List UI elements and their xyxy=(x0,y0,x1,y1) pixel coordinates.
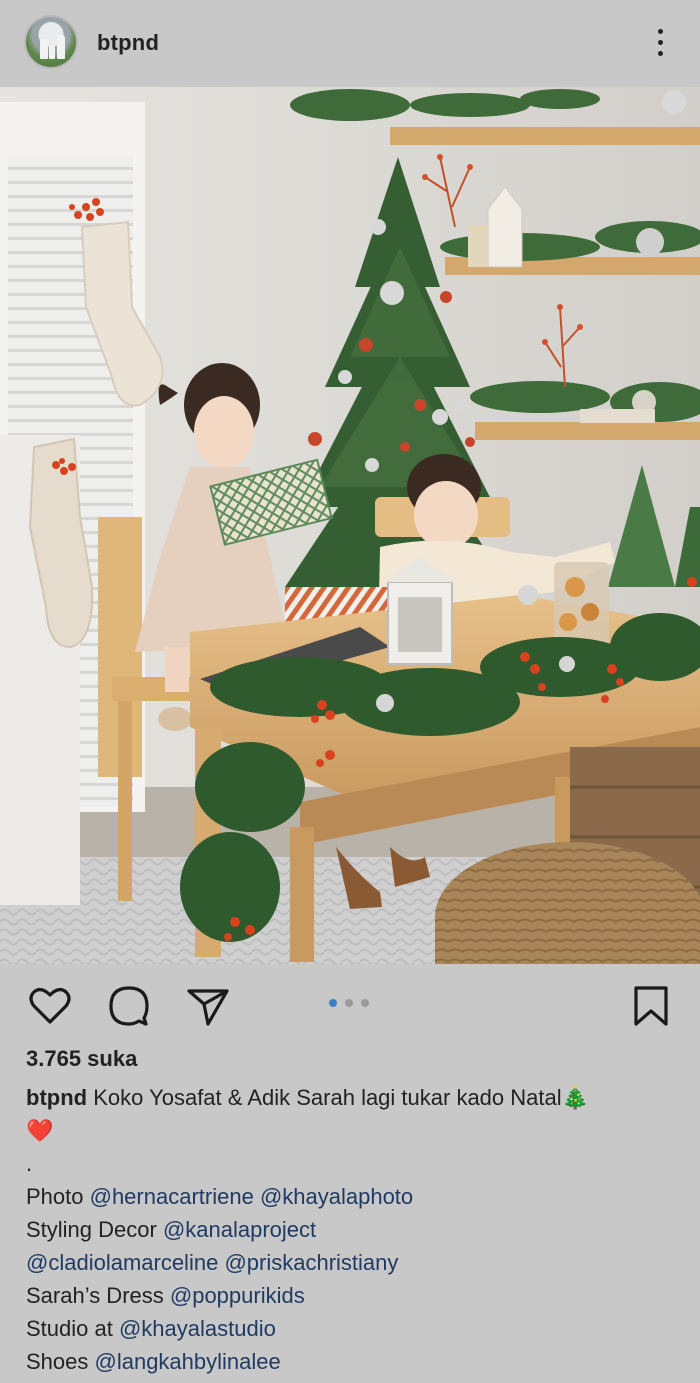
carousel-indicator xyxy=(327,999,375,1009)
credit-studio: Studio at @khayalastudio xyxy=(26,1312,686,1345)
caption-text: Koko Yosafat & Adik Sarah lagi tukar kad… xyxy=(87,1085,590,1110)
caption-username[interactable]: btpnd xyxy=(26,1085,87,1110)
profile-avatar[interactable] xyxy=(24,15,78,69)
credit-label: Sarah’s Dress xyxy=(26,1283,170,1308)
post-header: btpnd xyxy=(0,0,700,86)
likes-count[interactable]: 3.765 suka xyxy=(26,1046,137,1072)
post-photo[interactable] xyxy=(0,87,700,964)
caption-line: btpnd Koko Yosafat & Adik Sarah lagi tuk… xyxy=(26,1081,686,1114)
credit-label: Styling Decor xyxy=(26,1217,163,1242)
heart-icon[interactable] xyxy=(26,982,74,1030)
mention-link[interactable]: @khayalaphoto xyxy=(260,1184,413,1209)
caption-dot: . xyxy=(26,1151,33,1176)
avatar-figure xyxy=(40,39,48,59)
post-caption: btpnd Koko Yosafat & Adik Sarah lagi tuk… xyxy=(26,1081,686,1378)
more-vertical-icon[interactable] xyxy=(650,24,670,60)
mention-link[interactable]: @khayalastudio xyxy=(119,1316,276,1341)
carousel-dot-active xyxy=(329,999,337,1007)
bookmark-icon[interactable] xyxy=(627,982,675,1030)
caption-emoji: ❤️ xyxy=(26,1118,54,1143)
credit-dress: Sarah’s Dress @poppurikids xyxy=(26,1279,686,1312)
credit-styling: Styling Decor @kanalaproject xyxy=(26,1213,686,1246)
post-username[interactable]: btpnd xyxy=(97,30,159,56)
action-bar xyxy=(0,965,700,1045)
avatar-figure xyxy=(49,45,55,59)
credit-label: Photo xyxy=(26,1184,90,1209)
credit-shoes: Shoes @langkahbylinalee xyxy=(26,1345,686,1378)
mention-link[interactable]: @cladiolamarceline xyxy=(26,1250,218,1275)
credit-styling-more: @cladiolamarceline @priskachristiany xyxy=(26,1246,686,1279)
mention-link[interactable]: @hernacartriene xyxy=(90,1184,254,1209)
send-icon[interactable] xyxy=(184,982,232,1030)
christmas-scene-image xyxy=(0,87,700,964)
mention-link[interactable]: @kanalaproject xyxy=(163,1217,316,1242)
credit-label: Shoes xyxy=(26,1349,95,1374)
credit-label: Studio at xyxy=(26,1316,119,1341)
carousel-dot xyxy=(345,999,353,1007)
credit-photo: Photo @hernacartriene @khayalaphoto xyxy=(26,1180,686,1213)
avatar-figure xyxy=(57,35,65,59)
comment-icon[interactable] xyxy=(105,982,153,1030)
mention-link[interactable]: @langkahbylinalee xyxy=(95,1349,281,1374)
carousel-dot xyxy=(361,999,369,1007)
mention-link[interactable]: @poppurikids xyxy=(170,1283,305,1308)
mention-link[interactable]: @priskachristiany xyxy=(224,1250,398,1275)
